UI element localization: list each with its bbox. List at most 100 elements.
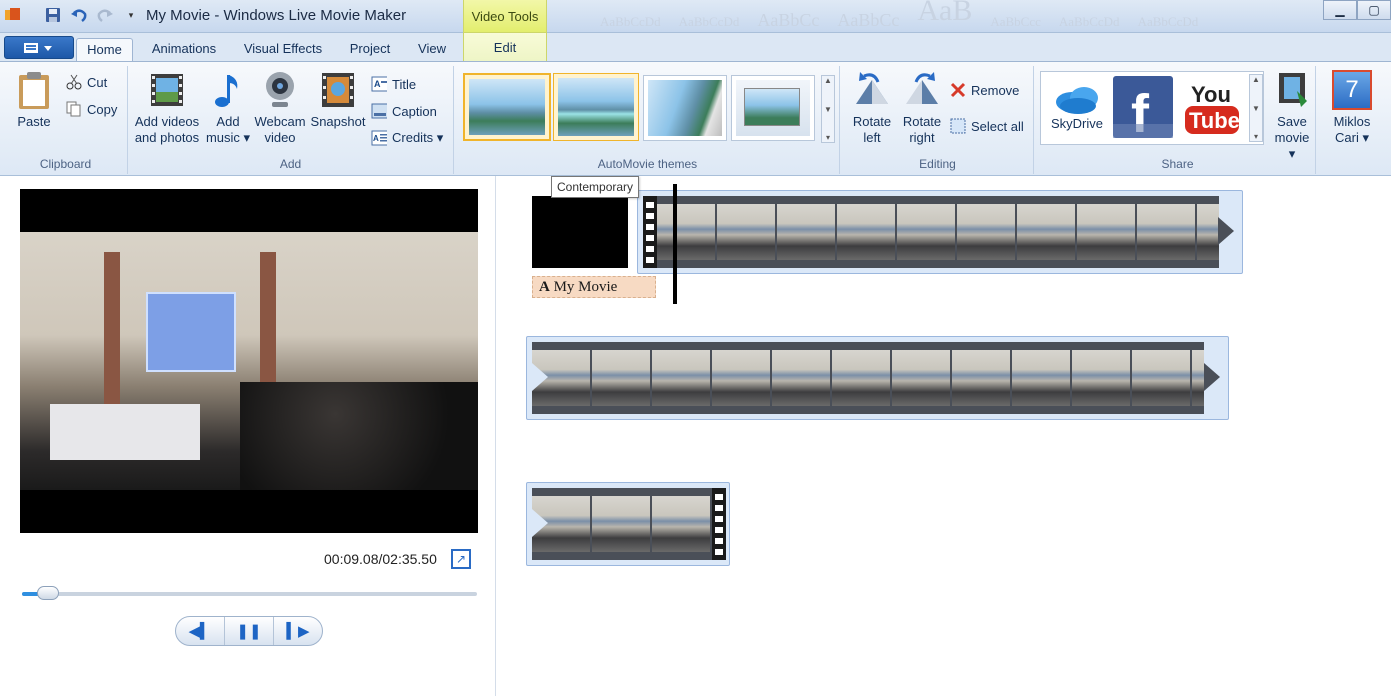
gallery-expand-icon[interactable]: ▾ — [826, 133, 830, 142]
scroll-down-icon[interactable]: ▼ — [824, 105, 832, 114]
rotate-right-label-1: Rotate — [902, 114, 942, 129]
timecode-display: 00:09.08/02:35.50 — [324, 551, 437, 567]
credits-icon: A — [371, 130, 387, 146]
facebook-button[interactable]: f — [1113, 76, 1173, 144]
font-sample: AaBbCcDd — [600, 14, 661, 29]
font-sample: AaBbCc — [837, 10, 900, 30]
cut-button[interactable]: Cut — [66, 72, 107, 92]
caption-icon — [371, 103, 387, 119]
title-clip[interactable] — [532, 196, 628, 268]
remove-button[interactable]: Remove — [950, 80, 1019, 100]
remove-label: Remove — [971, 82, 1020, 98]
credits-button[interactable]: A Credits ▾ — [371, 128, 443, 148]
caption-chip[interactable]: A My Movie — [532, 276, 656, 298]
theme-thumbnail — [558, 78, 634, 136]
snapshot-button[interactable]: Snapshot — [308, 70, 368, 130]
seek-bar[interactable] — [22, 586, 477, 600]
user-name-label-1: Miklos — [1333, 114, 1371, 129]
user-account-button[interactable]: 7 Miklos Cari ▾ — [1326, 70, 1378, 146]
video-frame — [20, 232, 478, 490]
add-group-label: Add — [279, 157, 302, 171]
next-frame-button[interactable]: ▍▶ — [274, 617, 322, 645]
ribbon: Paste Cut Copy Clipboard Add videos and … — [0, 61, 1391, 176]
share-gallery-scroll[interactable]: ▲ ▼ ▾ — [1249, 74, 1263, 142]
cut-label: Cut — [87, 74, 108, 90]
previous-frame-button[interactable]: ◀▍ — [176, 617, 225, 645]
skydrive-button[interactable]: SkyDrive — [1047, 78, 1107, 140]
credits-label: Credits ▾ — [392, 130, 444, 145]
pause-button[interactable]: ❚❚ — [225, 617, 274, 645]
storyboard: A My Movie — [497, 176, 1391, 696]
themes-gallery-scroll[interactable]: ▲ ▼ ▾ — [821, 75, 835, 143]
webcam-video-button[interactable]: Webcam video — [252, 70, 308, 146]
tab-animations[interactable]: Animations — [145, 38, 223, 61]
facebook-icon: f — [1113, 84, 1173, 144]
editing-group-label: Editing — [919, 157, 956, 171]
user-tile-number: 7 — [1345, 76, 1359, 103]
share-group-label: Share — [1161, 157, 1194, 171]
add-music-label-1: Add — [216, 114, 240, 129]
tab-view[interactable]: View — [410, 38, 454, 61]
clip-end-sprockets — [712, 488, 726, 560]
save-movie-button[interactable]: Save movie ▾ — [1270, 70, 1314, 162]
frame-detail — [240, 382, 478, 490]
select-all-icon — [950, 118, 966, 134]
title-bar: ▾ My Movie - Windows Live Movie Maker Vi… — [0, 0, 1391, 33]
font-sample: AaBbCcDd — [1137, 14, 1199, 29]
clip-frames — [532, 350, 1204, 406]
svg-text:A: A — [373, 134, 379, 143]
theme-cinematic[interactable] — [553, 73, 639, 141]
gallery-expand-icon[interactable]: ▾ — [1254, 132, 1258, 141]
share-group: SkyDrive f You Tube ▲ ▼ ▾ Save movie ▾ Sh… — [1040, 66, 1316, 174]
tab-project[interactable]: Project — [343, 38, 397, 61]
fullscreen-button[interactable]: ↗ — [451, 549, 471, 569]
snapshot-label: Snapshot — [310, 114, 366, 129]
scroll-up-icon[interactable]: ▲ — [1252, 75, 1260, 84]
youtube-button[interactable]: You Tube — [1181, 76, 1243, 138]
next-frame-icon: ▍▶ — [286, 623, 310, 640]
title-button[interactable]: A Title — [371, 74, 416, 94]
share-gallery: SkyDrive f You Tube ▲ ▼ ▾ — [1040, 71, 1264, 145]
scroll-up-icon[interactable]: ▲ — [824, 76, 832, 85]
clip-filmstrip — [657, 196, 1219, 268]
undo-icon[interactable] — [70, 6, 88, 24]
copy-button[interactable]: Copy — [66, 99, 117, 119]
playhead[interactable] — [673, 184, 677, 304]
seek-thumb[interactable] — [37, 586, 60, 600]
add-videos-button[interactable]: Add videos and photos — [130, 70, 204, 146]
video-clip[interactable] — [526, 336, 1229, 420]
customize-toolbar-icon[interactable]: ▾ — [122, 6, 140, 24]
add-videos-label-1: Add videos — [134, 114, 200, 129]
minimize-button[interactable]: ▁ — [1323, 0, 1357, 20]
theme-contemporary[interactable] — [463, 73, 551, 141]
user-tile-icon: 7 — [1332, 70, 1372, 110]
caption-button[interactable]: Caption — [371, 101, 437, 121]
theme-pan-zoom[interactable] — [731, 75, 815, 141]
font-style-gallery: AaBbCcDd AaBbCcDd AaBbCc AaBbCc AaB AaBbCcc Aa… — [600, 0, 1280, 30]
app-icon[interactable] — [4, 6, 22, 24]
maximize-button[interactable]: ▢ — [1357, 0, 1391, 20]
webcam-label-1: Webcam — [254, 114, 306, 129]
paste-button[interactable]: Paste — [12, 70, 56, 130]
caption-text: My Movie — [553, 279, 618, 295]
tab-edit[interactable]: Edit — [463, 33, 547, 61]
snapshot-icon — [318, 70, 358, 110]
scroll-down-icon[interactable]: ▼ — [1252, 104, 1260, 113]
copy-label: Copy — [87, 101, 118, 117]
rotate-left-button[interactable]: Rotate left — [848, 70, 896, 146]
title-icon: A — [371, 76, 387, 92]
redo-icon[interactable] — [96, 6, 114, 24]
clip-start-sprockets — [643, 196, 657, 268]
tab-home[interactable]: Home — [76, 38, 133, 61]
save-icon[interactable] — [44, 6, 62, 24]
select-all-button[interactable]: Select all — [950, 116, 1024, 136]
rotate-right-button[interactable]: Rotate right — [898, 70, 946, 146]
tab-visual-effects[interactable]: Visual Effects — [238, 38, 328, 61]
theme-fade[interactable] — [643, 75, 727, 141]
app-menu-button[interactable] — [4, 36, 74, 59]
video-clip[interactable] — [526, 482, 730, 566]
save-movie-icon — [1272, 70, 1312, 110]
add-music-button[interactable]: Add music ▾ — [204, 70, 252, 146]
video-preview[interactable] — [20, 189, 478, 533]
video-clip[interactable] — [637, 190, 1243, 274]
